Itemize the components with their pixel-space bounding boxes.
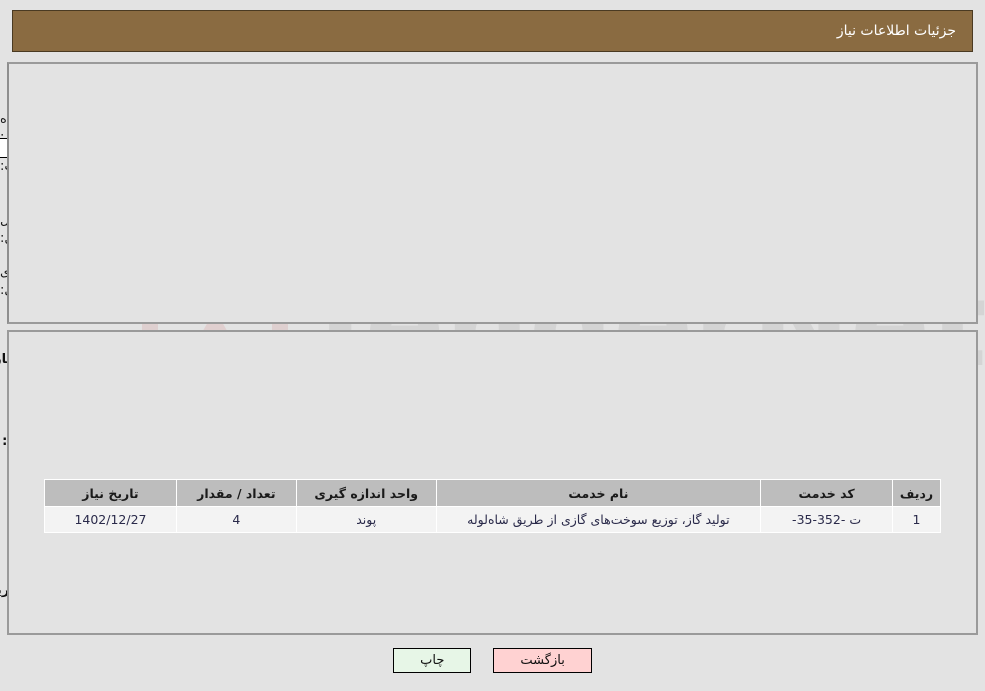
cell-unit: پوند	[295, 506, 437, 533]
window-title-bar: جزئیات اطلاعات نیاز	[12, 10, 973, 52]
col-header-service-name: نام خدمت	[435, 479, 762, 507]
summary-panel	[7, 62, 978, 324]
col-header-quantity: تعداد / مقدار	[175, 479, 297, 507]
page-title: جزئیات اطلاعات نیاز	[836, 23, 956, 39]
cell-service-name: تولید گاز، توزیع سوخت‌های گازی از طریق ش…	[435, 506, 762, 533]
print-button[interactable]: چاپ	[393, 648, 472, 673]
services-table-wrapper: ردیف کد خدمت نام خدمت واحد اندازه گیری ت…	[44, 479, 941, 533]
cell-radif: 1	[892, 506, 941, 533]
table-row: 1 ت -352-35- تولید گاز، توزیع سوخت‌های گ…	[44, 506, 941, 533]
col-header-need-date: تاریخ نیاز	[44, 479, 177, 507]
action-button-row: بازگشت چاپ	[0, 648, 985, 673]
col-header-service-code: کد خدمت	[760, 479, 894, 507]
col-header-radif: ردیف	[892, 479, 941, 507]
services-table: ردیف کد خدمت نام خدمت واحد اندازه گیری ت…	[44, 479, 941, 533]
cell-quantity: 4	[175, 506, 297, 533]
table-header-row: ردیف کد خدمت نام خدمت واحد اندازه گیری ت…	[44, 479, 941, 507]
cell-need-date: 1402/12/27	[44, 506, 177, 533]
page-root: TenderNet AnaTender.net جزئیات اطلاعات ن…	[0, 0, 985, 691]
cell-service-code: ت -352-35-	[760, 506, 894, 533]
col-header-unit: واحد اندازه گیری	[295, 479, 437, 507]
back-button[interactable]: بازگشت	[493, 648, 592, 673]
